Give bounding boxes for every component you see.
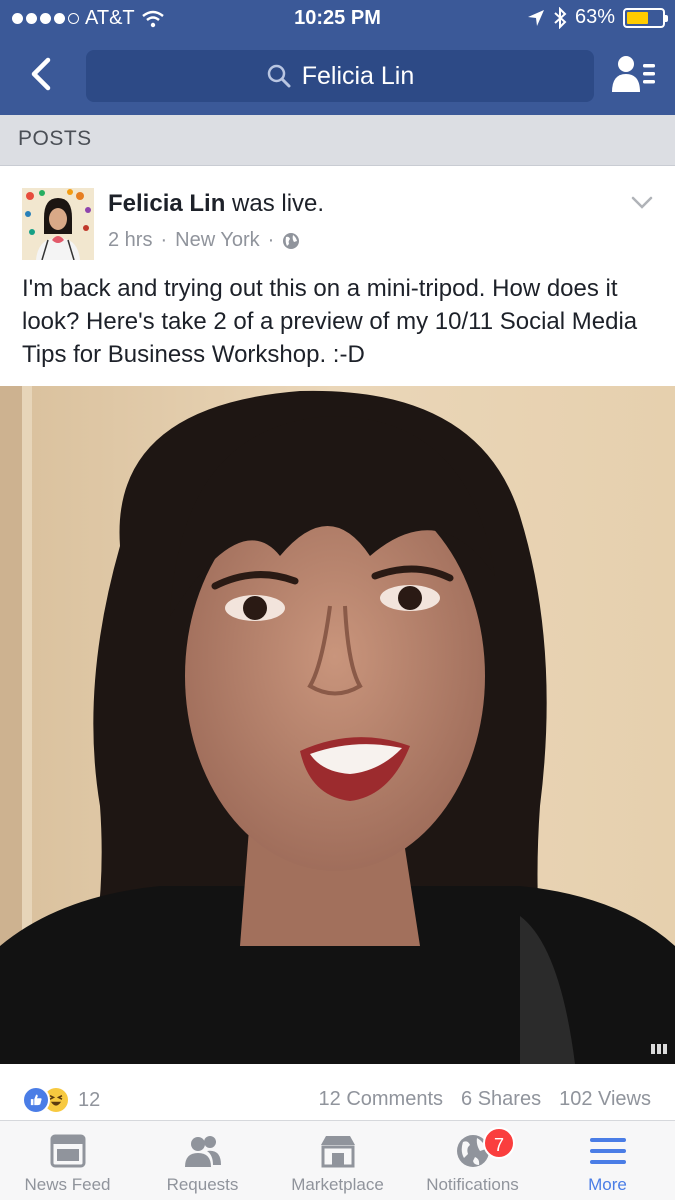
like-reaction-icon [22,1086,50,1114]
friend-requests-icon [184,1136,221,1167]
live-video[interactable] [0,386,675,1064]
tab-label: More [588,1175,627,1194]
search-query: Felicia Lin [301,61,415,90]
search-icon [267,64,291,88]
location-arrow-icon [527,9,544,26]
tab-notifications[interactable]: 7 Notifications [405,1121,540,1200]
post-location[interactable]: New York [175,229,260,252]
tab-more[interactable]: More [540,1121,675,1200]
bottom-tab-bar: News Feed Requests Marketplace 7 Notific… [0,1120,675,1200]
post-card: Felicia Lin was live. 2 hrs · New York ·… [0,166,675,386]
post-text: I'm back and trying out this on a mini-t… [22,275,638,368]
globe-privacy-icon [283,232,300,249]
reactions-count: 12 [78,1088,101,1111]
tab-label: Marketplace [291,1175,384,1194]
post-author-line: Felicia Lin was live. [108,190,324,218]
posts-section-header: POSTS [0,115,675,166]
views-count[interactable]: 102 Views [559,1088,651,1111]
tab-label: Requests [166,1175,239,1194]
navigation-bar: Felicia Lin [0,38,675,115]
status-bar: AT&T 10:25 PM 63% [0,0,675,38]
status-right: 63% [527,6,668,29]
comments-count[interactable]: 12 Comments [319,1088,444,1111]
chevron-down-icon[interactable] [631,196,653,210]
back-arrow-icon[interactable] [20,52,64,96]
battery-percent: 63% [574,6,615,28]
post-time[interactable]: 2 hrs [108,229,152,252]
notifications-badge: 7 [483,1127,515,1159]
meta-separator: · [160,229,168,251]
reactions-summary[interactable]: 12 [22,1086,100,1114]
friends-list-icon[interactable] [611,52,657,98]
meta-separator: · [267,229,275,251]
engagement-counts: 12 Comments 6 Shares 102 Views [319,1088,651,1111]
video-indicator-icon [651,1044,667,1054]
post-meta: 2 hrs · New York · [108,229,300,252]
author-avatar[interactable] [22,188,94,260]
post-action: was live. [232,190,325,217]
tab-requests[interactable]: Requests [135,1121,270,1200]
search-field[interactable]: Felicia Lin [86,50,594,102]
post-stats: 12 12 Comments 6 Shares 102 Views [0,1064,675,1120]
battery-icon [623,7,668,28]
tab-label: News Feed [24,1175,111,1194]
tab-label: Notifications [426,1175,519,1194]
hamburger-menu-icon [589,1138,626,1164]
marketplace-icon [320,1136,355,1168]
news-feed-icon [50,1134,85,1168]
shares-count[interactable]: 6 Shares [461,1088,541,1111]
tab-news-feed[interactable]: News Feed [0,1121,135,1200]
tab-marketplace[interactable]: Marketplace [270,1121,405,1200]
bluetooth-icon [554,6,567,29]
posts-section-label: POSTS [18,127,92,150]
app-header: AT&T 10:25 PM 63% Felicia Lin [0,0,675,115]
post-author-name[interactable]: Felicia Lin [108,190,225,217]
